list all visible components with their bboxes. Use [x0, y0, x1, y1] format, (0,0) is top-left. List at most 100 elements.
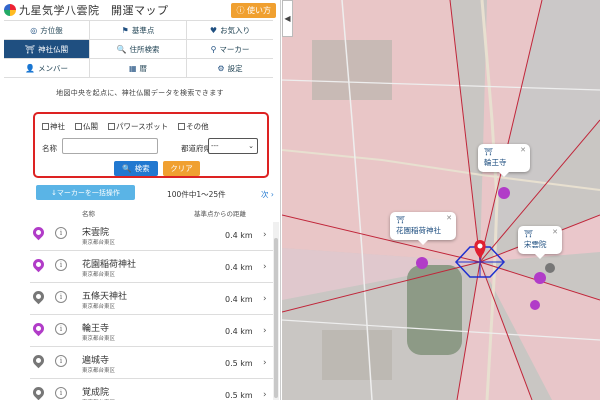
nav-label: 神社仏閣	[38, 44, 69, 54]
search-icon: 🔍	[116, 44, 127, 54]
result-name: 花園稲荷神社	[82, 260, 137, 270]
close-icon[interactable]: ✕	[446, 214, 452, 222]
temple-marker-icon[interactable]	[498, 187, 510, 199]
checkbox-icon[interactable]	[42, 123, 49, 130]
compass-icon: ◎	[30, 25, 38, 35]
nav-item-6[interactable]: 👤 メンバー	[4, 59, 90, 78]
chevron-right-icon[interactable]: ›	[263, 230, 267, 240]
marker-icon: ⚲	[210, 44, 217, 54]
chevron-right-icon[interactable]: ›	[263, 358, 267, 368]
howto-button[interactable]: ⓘ 使い方	[231, 2, 276, 18]
search-form: 神社 仏閣 パワースポット その他 名称 都道府県 --- ⌄ 🔍 検索 クリア	[33, 112, 269, 178]
bulk-marker-button[interactable]: ↓マーカーを一括操作	[36, 185, 135, 200]
result-distance: 0.4 km	[225, 231, 253, 240]
heart-icon: ♥	[209, 25, 218, 35]
category-checkbox[interactable]: 神社	[42, 121, 65, 132]
nav-item-0[interactable]: ◎ 方位盤	[4, 21, 90, 40]
result-row[interactable]: i 花園稲荷神社 東京都台東区 0.4 km ›	[30, 251, 278, 283]
prefecture-select[interactable]: --- ⌄	[208, 138, 258, 154]
shrine-icon: ⛩	[24, 44, 36, 54]
result-row[interactable]: i 五條天神社東京都台東区 0.4 km ›	[30, 283, 278, 315]
result-address: 東京都台東区	[82, 336, 116, 342]
nav-item-3[interactable]: ⛩ 神社仏閣	[4, 40, 90, 59]
result-row[interactable]: i覚成院東京都台東区0.5 km›	[30, 379, 278, 400]
popup-title[interactable]: 花園稲荷神社	[396, 225, 450, 236]
map-pin-icon	[30, 320, 47, 337]
chevron-right-icon[interactable]: ›	[263, 294, 267, 304]
close-icon[interactable]: ✕	[520, 146, 526, 154]
result-row[interactable]: i 宋雲院 東京都台東区 0.4 km ›	[30, 219, 278, 251]
result-row[interactable]: i 遍城寺 東京都台東区 0.5 km ›	[30, 347, 278, 379]
close-icon[interactable]: ✕	[552, 228, 558, 236]
checkbox-icon[interactable]	[75, 123, 82, 130]
map-view[interactable]: ⛩ ✕ 輪王寺 ⛩ ✕ 花園稲荷神社 ⛩ ✕ 宋雲院	[282, 0, 600, 400]
search-button[interactable]: 🔍 検索	[114, 161, 158, 176]
popup-title[interactable]: 宋雲院	[524, 239, 556, 250]
checkbox-label: その他	[186, 122, 209, 131]
name-input[interactable]	[62, 138, 158, 154]
info-icon[interactable]: i	[55, 291, 67, 303]
temple-marker-icon[interactable]	[534, 272, 546, 284]
nav-item-8[interactable]: ⚙ 設定	[187, 59, 273, 78]
result-address: 東京都台東区	[82, 304, 116, 310]
result-name: 遍城寺	[82, 356, 110, 366]
popup-title[interactable]: 輪王寺	[484, 157, 524, 168]
info-icon[interactable]: i	[55, 227, 67, 239]
scrollbar-thumb[interactable]	[274, 238, 278, 398]
search-description: 地図中央を起点に、神社仏閣データを検索できます	[56, 89, 224, 97]
nav-label: お気入り	[220, 25, 251, 35]
next-page-link[interactable]: 次 ›	[261, 189, 274, 200]
info-icon[interactable]: i	[55, 323, 67, 335]
result-name: 五條天神社	[82, 292, 128, 302]
nav-item-2[interactable]: ♥ お気入り	[187, 21, 273, 40]
nav-item-7[interactable]: ▦ 暦	[90, 59, 187, 78]
info-icon[interactable]: i	[55, 387, 67, 399]
collapse-panel-button[interactable]: ◀	[282, 0, 293, 37]
gear-icon: ⚙	[217, 63, 225, 73]
nav-item-1[interactable]: ⚑ 基準点	[90, 21, 187, 40]
chevron-right-icon[interactable]: ›	[263, 390, 267, 400]
result-row[interactable]: i 輪王寺 東京都台東区 0.4 km ›	[30, 315, 278, 347]
nav-item-5[interactable]: ⚲ マーカー	[187, 40, 273, 59]
temple-marker-icon[interactable]	[530, 300, 540, 310]
map-pin-icon	[30, 384, 47, 400]
shrine-icon: ⛩	[396, 216, 405, 224]
checkbox-icon[interactable]	[178, 123, 186, 130]
info-icon[interactable]: i	[55, 355, 67, 367]
checkbox-label: 仏閣	[83, 122, 98, 131]
search-button-label: 検索	[134, 164, 150, 173]
nav-label: 住所検索	[129, 44, 160, 54]
map-canvas[interactable]	[282, 0, 600, 400]
temple-marker-icon[interactable]	[545, 263, 555, 273]
search-icon: 🔍	[122, 164, 132, 173]
map-popup[interactable]: ⛩ ✕ 輪王寺	[478, 144, 530, 177]
nav-grid: ◎ 方位盤 ⚑ 基準点 ♥ お気入り ⛩ 神社仏閣 🔍 住所検索 ⚲ マーカー 👤 メンバー ▦ 暦 ⚙ 設定	[4, 20, 273, 78]
result-count: 100件中1～25件	[167, 190, 226, 199]
category-checkbox[interactable]: パワースポット	[108, 121, 168, 132]
map-popup[interactable]: ⛩ ✕ 宋雲院	[518, 226, 562, 259]
howto-label: 使い方	[247, 5, 271, 15]
checkbox-icon[interactable]	[108, 123, 115, 130]
temple-icon: ⛩	[484, 148, 493, 156]
result-name: 輪王寺	[82, 324, 110, 334]
chevron-right-icon[interactable]: ›	[263, 326, 267, 336]
info-icon[interactable]: i	[55, 259, 67, 271]
map-popup[interactable]: ⛩ ✕ 花園稲荷神社	[390, 212, 456, 245]
center-pin-dot	[477, 243, 483, 249]
name-label: 名称	[42, 144, 57, 153]
result-address: 東京都台東区	[82, 272, 116, 278]
category-checkbox[interactable]: その他	[178, 121, 209, 132]
result-address: 東京都台東区	[82, 368, 116, 374]
column-name: 名称	[82, 210, 95, 218]
checkbox-label: 神社	[50, 122, 65, 131]
nav-label: 基準点	[131, 25, 155, 35]
result-list: i 宋雲院 東京都台東区 0.4 km › i 花園稲荷神社 東京都台東区 0.4 km › i 五條…	[30, 219, 278, 400]
result-distance: 0.4 km	[225, 295, 253, 304]
category-checkbox[interactable]: 仏閣	[75, 121, 98, 132]
user-icon: 👤	[25, 63, 35, 73]
app-title: 九星気学八雲院 開運マップ	[19, 4, 169, 17]
chevron-right-icon[interactable]: ›	[263, 262, 267, 272]
nav-item-4[interactable]: 🔍 住所検索	[90, 40, 187, 59]
shrine-marker-icon[interactable]	[416, 257, 428, 269]
clear-button[interactable]: クリア	[163, 161, 200, 176]
